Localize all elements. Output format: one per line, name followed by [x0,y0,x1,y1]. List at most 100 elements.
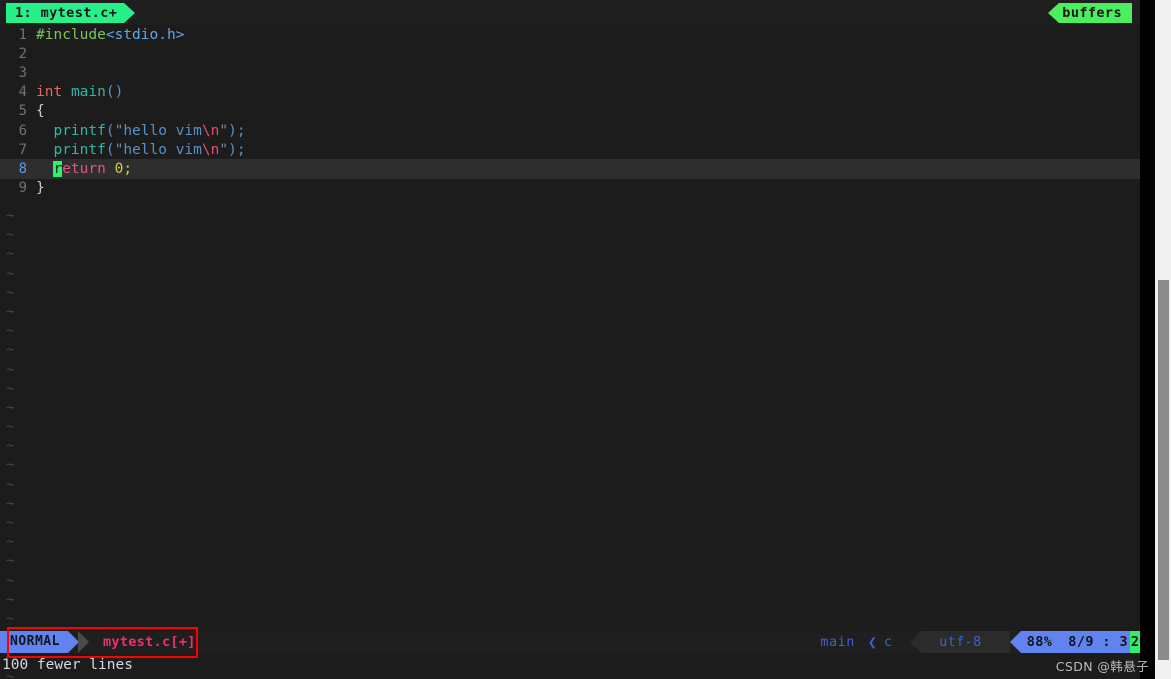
tilde-filler: ~ [6,515,15,531]
tabline: 1: mytest.c+ buffers [0,0,1140,25]
tab-buffer-label: 1: mytest.c+ [6,3,125,23]
tilde-filler: ~ [6,208,15,224]
tab-arrow-right-icon [124,3,136,23]
statusline: NORMAL mytest.c[+] main ❮ c utf-8 88% 8/… [0,631,1140,653]
page-scrollbar-track[interactable] [1155,0,1171,679]
token-quote-close: " [219,141,229,158]
line-number: 6 [18,122,27,139]
token-escape-seq: \n [201,141,220,158]
token-fn-printf: printf [53,122,106,139]
tilde-filler: ~ [6,419,15,436]
line-number: 2 [18,45,27,62]
tilde-filler: ~ [6,534,15,551]
statusline-filetype: c [883,634,893,650]
token-kw-return-rest: eturn [62,160,106,177]
tab-buffer-mytest-c[interactable]: 1: mytest.c+ [6,3,136,23]
chevron-left-icon: ❮ [867,633,877,651]
token-paren-close: ) [114,84,124,101]
code-line-2: 2 [0,44,1140,63]
statusline-line-position: 8/9 : 3 [1068,631,1130,653]
token-fn-printf: printf [53,141,106,158]
statusline-filename: mytest.c[+] [102,634,196,650]
line-content: int main() [36,84,1140,100]
token-paren-open: ( [105,141,115,158]
line-number: 5 [18,103,27,120]
tilde-filler-column: ~~~~~~~~~~~~~~~~~~~~~~~~~ [0,207,40,679]
tilde-filler: ~ [6,265,15,282]
statusline-mode: NORMAL [0,631,68,653]
csdn-watermark: CSDN @韩悬子 [1055,659,1149,674]
page-scrollbar-thumb[interactable] [1158,280,1169,660]
line-content: { [36,103,1140,119]
token-semicolon: ; [236,141,246,158]
tilde-filler: ~ [6,553,15,570]
statusline-git-branch: main [820,634,855,650]
line-content: } [36,180,1140,196]
token-fn-main: main [70,84,106,101]
vim-terminal: 1: mytest.c+ buffers 1 #include<stdio.h>… [0,0,1140,679]
token-paren-close: ) [228,122,237,139]
screenshot-root: 1: mytest.c+ buffers 1 #include<stdio.h>… [0,0,1171,679]
command-line-message: 100 fewer lines [2,657,133,673]
code-line-7: 7 printf("hello vim\n"); [0,140,1140,159]
tilde-filler: ~ [6,476,15,493]
token-semicolon: ; [123,160,133,177]
tilde-filler: ~ [6,610,15,627]
line-content: #include<stdio.h> [36,27,1140,43]
block-cursor: r [53,160,63,177]
line-number: 7 [18,141,27,158]
code-line-4: 4 int main() [0,83,1140,102]
line-content: return 0; [36,160,1140,177]
tilde-filler: ~ [6,246,15,263]
tilde-filler: ~ [6,303,15,320]
token-string-body: hello vim [123,141,202,158]
token-brace-open: { [36,103,45,120]
tilde-filler: ~ [6,380,15,397]
line-content: printf("hello vim\n"); [36,142,1140,158]
tilde-filler: ~ [6,591,15,608]
token-semicolon: ; [236,122,246,139]
statusline-percent-arrow-icon [1009,631,1021,653]
tab-buffers-label: buffers [1059,3,1132,23]
tilde-filler: ~ [6,361,15,378]
tilde-filler: ~ [6,399,15,416]
statusline-encoding: utf-8 [921,631,1010,653]
line-number: 1 [18,26,27,43]
token-include-header: <stdio.h> [105,26,185,43]
editor-buffer[interactable]: 1 #include<stdio.h> 2 3 4 int main() 5 {… [0,25,1140,679]
line-content: printf("hello vim\n"); [36,123,1140,139]
code-line-6: 6 printf("hello vim\n"); [0,121,1140,140]
token-string-body: hello vim [123,122,202,139]
tab-arrow-left-icon [1048,3,1060,23]
tilde-filler: ~ [6,438,15,455]
statusline-scroll-percent: 88% [1020,631,1069,653]
token-paren-open: ( [105,122,115,139]
token-include-directive: #include [36,26,106,43]
statusline-separator-arrow-icon [77,631,89,653]
tilde-filler: ~ [6,227,15,244]
tab-buffers[interactable]: buffers [1048,3,1132,23]
line-number: 9 [18,180,27,197]
line-number: 4 [18,84,27,101]
tilde-filler: ~ [6,284,15,301]
tilde-filler: ~ [6,495,15,512]
token-brace-close: } [36,180,45,197]
token-paren-close: ) [228,141,237,158]
token-escape-seq: \n [201,122,220,139]
code-line-8-cursorline: 8 return 0; [0,159,1140,179]
statusline-encoding-arrow-icon [910,631,922,653]
tilde-filler: ~ [6,342,15,359]
line-number: 3 [18,64,27,81]
statusline-cursor-col: 2 [1130,631,1140,653]
line-number-current: 8 [18,160,27,177]
token-type-int: int [36,84,63,101]
code-line-9: 9 } [0,179,1140,198]
tilde-filler: ~ [6,572,15,589]
tilde-filler: ~ [6,457,15,474]
tilde-filler: ~ [6,323,15,340]
